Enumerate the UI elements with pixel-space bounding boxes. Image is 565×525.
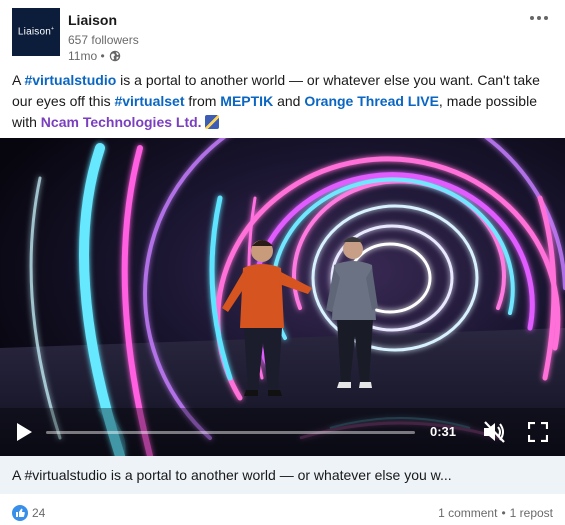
reaction-count-text: 24 — [32, 505, 46, 520]
post-commentary: A #virtualstudio is a portal to another … — [12, 70, 553, 133]
pencil-emoji-icon — [205, 115, 220, 129]
company-mention-link[interactable]: MEPTIK — [220, 93, 273, 109]
reposts-count-link[interactable]: 1 repost — [510, 506, 553, 520]
commentary-text: and — [273, 93, 305, 109]
hashtag-link[interactable]: #virtualset — [114, 93, 184, 109]
comments-count-link[interactable]: 1 comment — [438, 506, 497, 520]
company-mention-link[interactable]: Orange Thread LIVE — [304, 93, 439, 109]
company-logo-text: Liaison+ — [17, 26, 55, 38]
video-progress-bar[interactable] — [46, 431, 415, 434]
globe-icon — [109, 50, 120, 62]
actor-followers: 657 followers — [68, 33, 139, 47]
video-controls: 0:31 — [0, 408, 565, 456]
hashtag-link[interactable]: #virtualstudio — [24, 72, 116, 88]
post-header: Liaison+ Liaison 657 followers 11mo • — [12, 8, 553, 66]
muted-speaker-icon[interactable] — [482, 421, 506, 443]
engagement-counts: 1 comment • 1 repost — [438, 506, 553, 520]
more-dot-icon — [544, 16, 548, 20]
video-player[interactable]: 0:31 — [0, 138, 565, 456]
play-icon[interactable] — [14, 422, 34, 442]
company-logo[interactable]: Liaison+ — [12, 8, 60, 56]
fullscreen-icon[interactable] — [528, 422, 548, 442]
more-options-button[interactable] — [527, 8, 551, 28]
video-caption[interactable]: A #virtualstudio is a portal to another … — [0, 456, 565, 494]
more-dot-icon — [530, 16, 534, 20]
post-time-text: 11mo • — [68, 49, 105, 63]
feed-post: Liaison+ Liaison 657 followers 11mo • A … — [0, 0, 565, 525]
reactions-count[interactable]: 24 — [12, 504, 46, 521]
actor-meta: Liaison 657 followers 11mo • — [68, 11, 139, 64]
like-reaction-icon — [12, 504, 28, 521]
count-separator: • — [501, 505, 506, 520]
video-time-remaining: 0:31 — [430, 424, 457, 439]
more-dot-icon — [537, 16, 541, 20]
commentary-text: A — [12, 72, 25, 88]
post-timestamp: 11mo • — [68, 48, 139, 64]
company-mention-link[interactable]: Ncam Technologies Ltd. — [41, 114, 202, 130]
actor-name[interactable]: Liaison — [68, 11, 139, 29]
commentary-text: from — [184, 93, 221, 109]
social-counts: 24 1 comment • 1 repost — [0, 500, 565, 525]
